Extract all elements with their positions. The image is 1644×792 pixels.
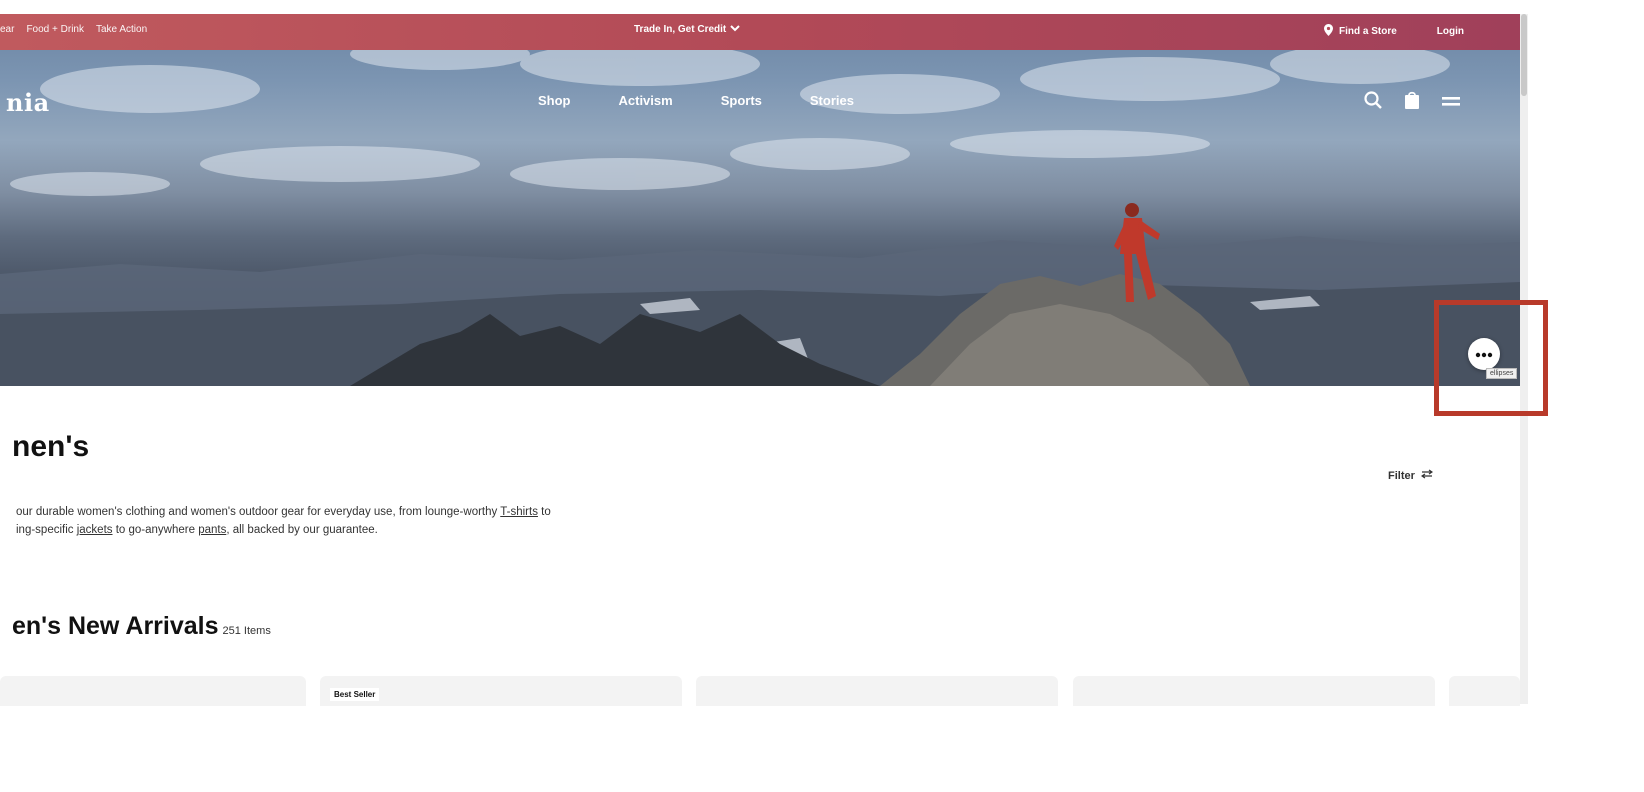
filter-button[interactable]: Filter [1388, 469, 1433, 482]
nav-activism[interactable]: Activism [619, 93, 673, 108]
promo-link-food-drink[interactable]: Food + Drink [26, 24, 84, 35]
promo-link-take-action[interactable]: Take Action [96, 24, 147, 35]
item-count: 251 Items [222, 625, 271, 637]
page-bottom-blank [0, 706, 1644, 792]
filter-label: Filter [1388, 469, 1415, 482]
promo-link-gear[interactable]: ear [0, 24, 14, 35]
trade-in-link[interactable]: Trade In, Get Credit [634, 24, 740, 35]
nav-shop[interactable]: Shop [538, 93, 571, 108]
brand-logo[interactable]: nia [6, 88, 50, 117]
find-store-label: Find a Store [1338, 26, 1397, 37]
promo-bar: ear Food + Drink Take Action Trade In, G… [0, 14, 1520, 50]
product-card[interactable]: Best Seller [320, 676, 682, 706]
menu-icon[interactable] [1442, 94, 1460, 112]
trade-in-label: Trade In, Get Credit [634, 24, 727, 35]
pants-link[interactable]: pants [198, 524, 226, 536]
filter-arrows-icon [1420, 469, 1433, 482]
scrollbar-thumb[interactable] [1521, 14, 1527, 96]
nav-stories[interactable]: Stories [810, 93, 854, 108]
best-seller-badge: Best Seller [330, 688, 380, 701]
description-line-1: our durable women's clothing and women's… [16, 503, 716, 521]
highlight-box [1434, 300, 1548, 416]
login-link[interactable]: Login [1437, 26, 1464, 37]
description-text: ing-specific [16, 524, 77, 536]
product-card[interactable] [696, 676, 1058, 706]
category-description: our durable women's clothing and women's… [16, 503, 716, 539]
promo-right-links: Find a Store Login [1323, 24, 1464, 39]
description-text: our durable women's clothing and women's… [16, 506, 501, 518]
nav-sports[interactable]: Sports [721, 93, 762, 108]
page-title: nen's [12, 430, 90, 463]
search-icon[interactable] [1364, 91, 1382, 114]
chevron-down-icon [730, 24, 740, 35]
tshirts-link[interactable]: T-shirts [500, 506, 538, 518]
description-text: to [537, 506, 551, 518]
description-text: , all backed by our guarantee. [226, 524, 378, 536]
jackets-link[interactable]: jackets [77, 524, 113, 536]
section-title-text: en's New Arrivals [12, 612, 219, 640]
product-card[interactable] [1073, 676, 1435, 706]
page-viewport: ear Food + Drink Take Action Trade In, G… [0, 0, 1520, 792]
product-card[interactable] [0, 676, 306, 706]
location-pin-icon [1323, 24, 1333, 39]
find-store-link[interactable]: Find a Store [1323, 24, 1397, 39]
description-text: to go-anywhere [112, 524, 199, 536]
promo-left-links: ear Food + Drink Take Action [0, 24, 147, 35]
nav-icons [1364, 90, 1460, 115]
shopping-bag-icon[interactable] [1404, 90, 1420, 115]
product-card[interactable] [1449, 676, 1520, 706]
main-nav: nia Shop Activism Sports Stories [0, 50, 1520, 150]
new-arrivals-heading: en's New Arrivals 251 Items [12, 612, 271, 641]
nav-links: Shop Activism Sports Stories [538, 93, 854, 108]
description-line-2: ing-specific jackets to go-anywhere pant… [16, 521, 716, 539]
